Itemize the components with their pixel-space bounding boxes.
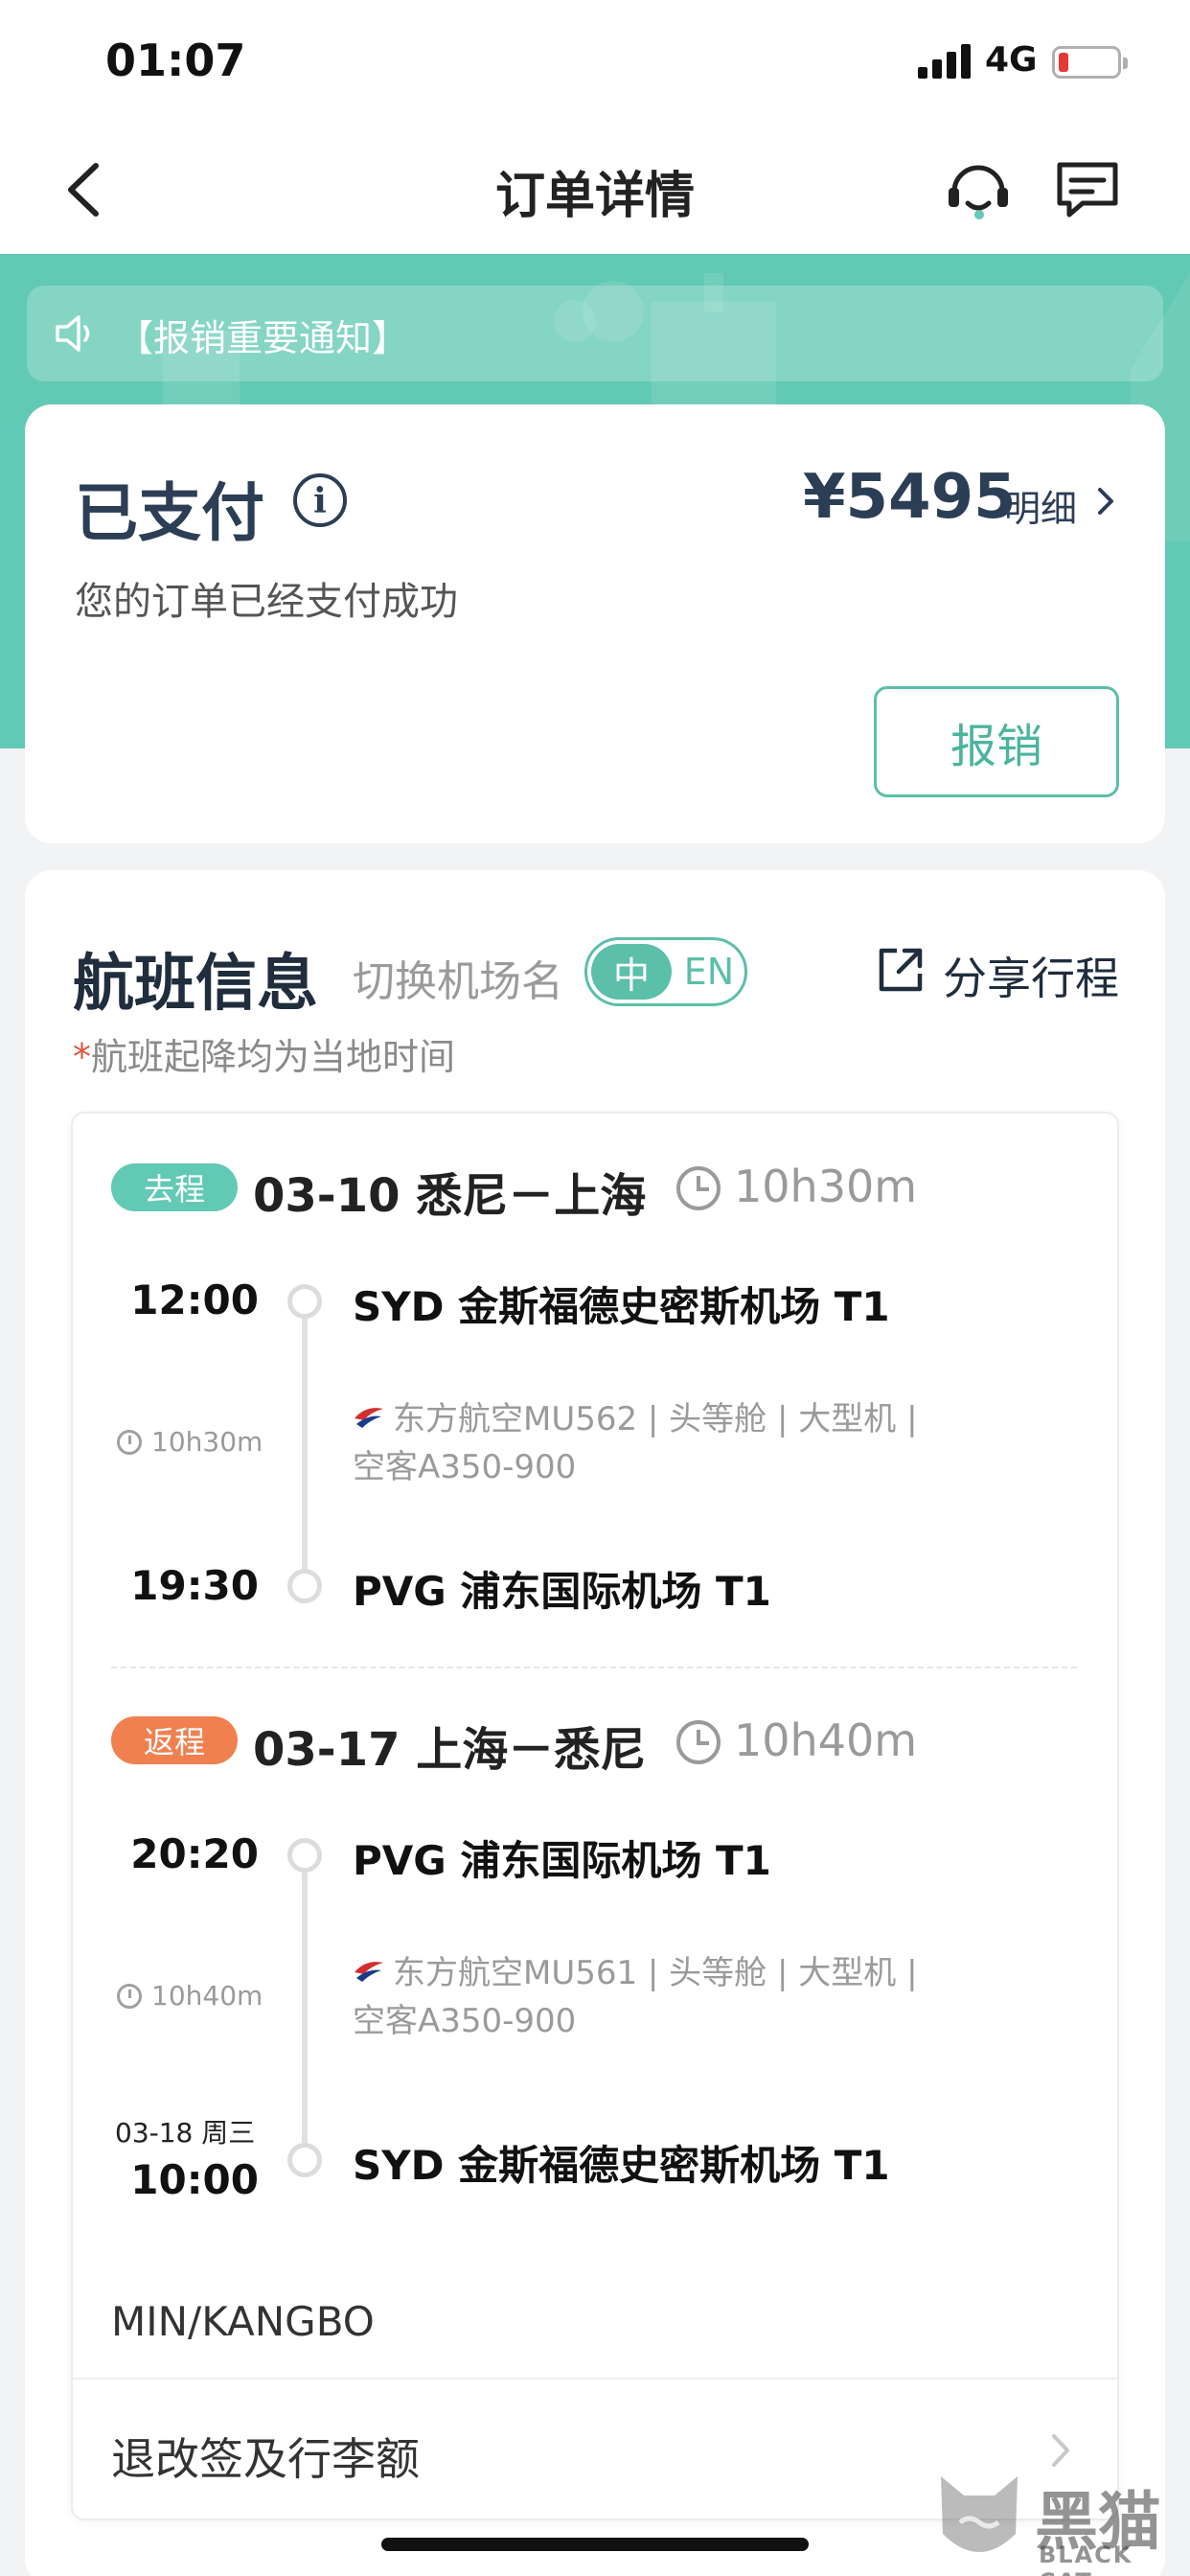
order-status-description: 您的订单已经支付成功 [75, 580, 458, 624]
outbound-badge: 去程 [111, 1163, 238, 1211]
timeline-dot [287, 1284, 322, 1319]
departure-time: 12:00 [130, 1276, 259, 1323]
refund-change-baggage-row[interactable]: 退改签及行李额 [111, 2425, 420, 2488]
passenger-name: MIN/KANGBO [111, 2298, 375, 2345]
flight-duration: 10h30m [151, 1426, 263, 1458]
reimburse-button[interactable]: 报销 [874, 686, 1119, 797]
departure-airport: PVG 浦东国际机场 T1 [353, 1837, 771, 1884]
price-detail-link[interactable]: 明细 [1004, 479, 1077, 532]
timeline-line [302, 1313, 308, 1572]
share-itinerary-button[interactable]: 分享行程 [943, 944, 1119, 1007]
arrival-time: 19:30 [130, 1562, 259, 1609]
timeline-line [302, 1867, 308, 2154]
chevron-right-icon[interactable] [1048, 2430, 1073, 2471]
timeline-dot [287, 1569, 322, 1603]
notice-text[interactable]: 【报销重要通知】 [117, 309, 408, 361]
segment-divider [111, 1667, 1077, 1668]
home-indicator[interactable] [381, 2538, 809, 2551]
timeline-dot [287, 2143, 322, 2177]
flight-details: 东方航空MU561 | 头等舱 | 大型机 | 空客A350-900 [353, 1954, 918, 2040]
language-toggle[interactable]: 中 EN [584, 937, 747, 1006]
departure-airport: SYD 金斯福德史密斯机场 T1 [353, 1283, 890, 1330]
segment-route: 03-17 上海－悉尼 [253, 1723, 647, 1777]
note-text: 航班起降均为当地时间 [91, 1036, 456, 1078]
departure-time: 20:20 [130, 1830, 259, 1877]
clock-icon [117, 1430, 142, 1455]
segment-route: 03-10 悉尼－上海 [253, 1169, 647, 1223]
airport-name-switch-label: 切换机场名 [353, 957, 563, 1006]
order-price: ¥5495 [803, 462, 1017, 533]
speaker-icon [56, 315, 90, 352]
arrival-time: 10:00 [130, 2156, 259, 2203]
divider [73, 2378, 1117, 2380]
note-asterisk: * [73, 1036, 91, 1078]
segment-duration: 10h30m [734, 1161, 918, 1212]
signal-icon [918, 42, 972, 79]
local-time-note: *航班起降均为当地时间 [73, 1027, 455, 1080]
arrival-airport: PVG 浦东国际机场 T1 [353, 1568, 771, 1615]
arrival-date: 03-18 周三 [115, 2117, 256, 2149]
flight-details: 东方航空MU562 | 头等舱 | 大型机 | 空客A350-900 [353, 1400, 918, 1486]
network-type: 4G [985, 40, 1038, 80]
message-icon[interactable] [1054, 159, 1121, 220]
clock-icon [117, 1984, 142, 2009]
flight-duration: 10h40m [151, 1980, 263, 2012]
black-cat-watermark-icon [941, 2476, 1018, 2552]
customer-service-icon[interactable] [945, 155, 1012, 222]
order-status: 已支付 [75, 476, 264, 550]
share-icon[interactable] [876, 945, 926, 995]
return-badge: 返程 [111, 1716, 238, 1764]
battery-icon [1052, 46, 1128, 79]
status-time: 01:07 [105, 34, 246, 86]
chevron-right-icon[interactable] [1094, 485, 1117, 518]
timeline-dot [287, 1838, 322, 1873]
watermark-subtext: BLACK CAT [1039, 2542, 1133, 2576]
toggle-chinese[interactable]: 中 [591, 944, 672, 1000]
toggle-english[interactable]: EN [674, 944, 744, 1000]
arrival-airport: SYD 金斯福德史密斯机场 T1 [353, 2142, 890, 2189]
clock-icon [676, 1720, 721, 1764]
clock-icon [676, 1166, 721, 1210]
info-icon[interactable]: i [293, 473, 347, 527]
segment-duration: 10h40m [734, 1714, 918, 1766]
flight-section-title: 航班信息 [73, 949, 318, 1020]
